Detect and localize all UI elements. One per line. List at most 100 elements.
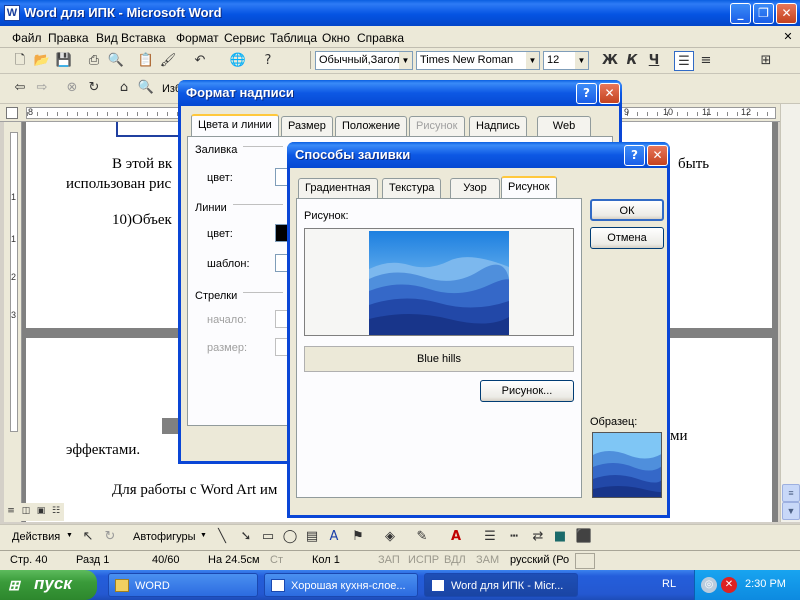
menu-edit[interactable]: Правка: [48, 31, 89, 45]
security-alert-icon[interactable]: ✕: [721, 577, 737, 593]
menu-table[interactable]: Таблица: [270, 31, 317, 45]
print-view-icon[interactable]: ▣: [34, 503, 48, 519]
menu-insert[interactable]: Вставка: [121, 31, 166, 45]
fill-color-icon[interactable]: ◈: [380, 527, 400, 547]
scroll-thumb[interactable]: ≡: [782, 484, 800, 502]
restore-button[interactable]: ❐: [753, 3, 774, 24]
open-folder-icon[interactable]: 📂: [32, 51, 52, 71]
select-picture-button[interactable]: Рисунок...: [480, 380, 574, 402]
stop-icon[interactable]: ⊗: [62, 78, 82, 98]
tab-textbox[interactable]: Надпись: [469, 116, 527, 136]
menu-help[interactable]: Справка: [357, 31, 404, 45]
3d-icon[interactable]: ⬛: [574, 527, 594, 547]
format-textbox-caption[interactable]: Формат надписи ? ✕: [178, 80, 622, 106]
vertical-scrollbar[interactable]: ≡ ▼: [780, 104, 800, 522]
tab-web[interactable]: Web: [537, 116, 591, 136]
bold-button[interactable]: Ж: [600, 51, 620, 71]
outline-view-icon[interactable]: ☷: [49, 503, 63, 519]
window-title-bar[interactable]: W Word для ИПК - Microsoft Word _ ❐ ✕: [0, 0, 800, 26]
menu-file[interactable]: Файл: [12, 31, 42, 45]
tab-picture-fill[interactable]: Рисунок: [501, 176, 557, 198]
font-combo[interactable]: Times New Roman ▼: [416, 51, 540, 70]
menu-view[interactable]: Вид: [96, 31, 118, 45]
tab-gradient[interactable]: Градиентная: [298, 178, 378, 198]
tab-picture[interactable]: Рисунок: [409, 116, 465, 136]
arrow-style-icon[interactable]: ⇄: [528, 527, 548, 547]
select-arrow-icon[interactable]: ↖: [78, 527, 98, 547]
refresh-icon[interactable]: ↻: [84, 78, 104, 98]
shadow-icon[interactable]: ■: [550, 527, 570, 547]
autoshapes-menu[interactable]: Автофигуры: [133, 531, 196, 543]
vertical-ruler[interactable]: 1 1 2 3: [4, 122, 22, 522]
format-painter-icon[interactable]: 🖌: [158, 51, 178, 71]
menu-window[interactable]: Окно: [322, 31, 350, 45]
tab-position[interactable]: Положение: [335, 116, 408, 136]
normal-view-icon[interactable]: ≡: [4, 503, 18, 519]
fill-close-button[interactable]: ✕: [647, 145, 668, 166]
dialog-close-button[interactable]: ✕: [599, 83, 620, 104]
language-indicator[interactable]: RL: [662, 578, 676, 590]
tab-size[interactable]: Размер: [281, 116, 333, 136]
fill-help-button[interactable]: ?: [624, 145, 645, 166]
undo-icon[interactable]: ↶: [190, 51, 210, 71]
rotate-icon[interactable]: ↻: [100, 527, 120, 547]
status-trk[interactable]: ИСПР: [408, 554, 439, 566]
globe-icon[interactable]: 🌐: [228, 51, 248, 71]
menu-format[interactable]: Формат: [176, 31, 219, 45]
clipart-icon[interactable]: ⚑: [348, 527, 368, 547]
new-document-icon[interactable]: 🗋: [10, 51, 30, 71]
spelling-status-icon[interactable]: [575, 553, 595, 569]
start-button[interactable]: ⊞ пуск: [0, 570, 97, 600]
line-tool-icon[interactable]: ╲: [212, 527, 232, 547]
back-icon[interactable]: ⇦: [10, 78, 30, 98]
minimize-button[interactable]: _: [730, 3, 751, 24]
document-close-icon[interactable]: ✕: [780, 30, 796, 44]
task-word-folder[interactable]: WORD: [108, 573, 258, 597]
line-style-icon[interactable]: ☰: [480, 527, 500, 547]
home-icon[interactable]: ⌂: [114, 78, 134, 98]
borders-icon[interactable]: ⊞: [756, 51, 776, 71]
scroll-down-button[interactable]: ▼: [782, 502, 800, 520]
underline-button[interactable]: Ч: [644, 51, 664, 71]
tab-stop-icon[interactable]: [6, 107, 18, 119]
wordart-tool-icon[interactable]: A: [324, 527, 344, 547]
preview-icon[interactable]: 🔍: [106, 51, 126, 71]
task-good-kitchen[interactable]: Хорошая кухня-слое...: [264, 573, 418, 597]
tab-pattern[interactable]: Узор: [450, 178, 500, 198]
status-ovr[interactable]: ЗАМ: [476, 554, 499, 566]
tab-texture[interactable]: Текстура: [382, 178, 442, 198]
actions-menu[interactable]: Действия: [12, 531, 60, 543]
italic-button[interactable]: К: [622, 51, 642, 71]
actions-dropdown-icon[interactable]: ▼: [66, 532, 73, 539]
tab-colors-lines[interactable]: Цвета и линии: [191, 114, 279, 136]
help-icon[interactable]: ?: [258, 51, 278, 71]
textbox-tool-icon[interactable]: ▤: [302, 527, 322, 547]
oval-tool-icon[interactable]: ◯: [280, 527, 300, 547]
align-center-icon[interactable]: ≡: [696, 51, 716, 71]
forward-icon[interactable]: ⇨: [32, 78, 52, 98]
status-ext[interactable]: ВДЛ: [444, 554, 466, 566]
rectangle-tool-icon[interactable]: ▭: [258, 527, 278, 547]
network-icon[interactable]: ◎: [701, 577, 717, 593]
save-icon[interactable]: 💾: [54, 51, 74, 71]
paste-icon[interactable]: 📋: [136, 51, 156, 71]
fill-effects-caption[interactable]: Способы заливки ? ✕: [287, 142, 670, 168]
dialog-help-button[interactable]: ?: [576, 83, 597, 104]
line-color-icon[interactable]: ✎: [412, 527, 432, 547]
fill-effects-dialog[interactable]: Способы заливки ? ✕ Градиентная Текстура…: [287, 142, 670, 518]
arrow-tool-icon[interactable]: ➘: [236, 527, 256, 547]
ok-button[interactable]: ОК: [590, 199, 664, 221]
web-view-icon[interactable]: ◫: [19, 503, 33, 519]
print-icon[interactable]: ⎙: [84, 51, 104, 71]
search-web-icon[interactable]: 🔍: [136, 78, 156, 98]
style-combo[interactable]: Обычный,Загол ▼: [315, 51, 413, 70]
close-button[interactable]: ✕: [776, 3, 797, 24]
align-left-icon[interactable]: ☰: [674, 51, 694, 71]
autoshapes-dropdown-icon[interactable]: ▼: [200, 532, 207, 539]
dash-style-icon[interactable]: ┅: [504, 527, 524, 547]
font-color-icon[interactable]: A: [446, 527, 466, 547]
task-word-ipk[interactable]: Word для ИПК - Micr...: [424, 573, 578, 597]
cancel-button[interactable]: Отмена: [590, 227, 664, 249]
status-rec[interactable]: ЗАП: [378, 554, 400, 566]
font-size-combo[interactable]: 12 ▼: [543, 51, 589, 70]
